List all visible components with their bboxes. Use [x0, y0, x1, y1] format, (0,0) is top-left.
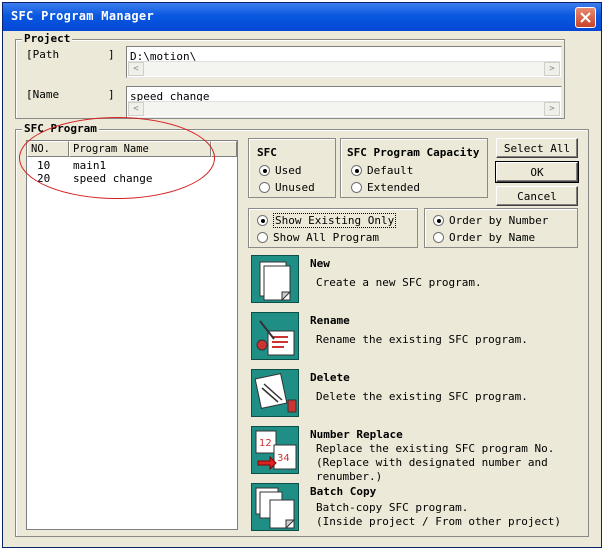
number-replace-icon: 12 34 — [255, 430, 297, 471]
dialog-body: Project [Path ] D:\motion\ < > [Name ] s… — [7, 33, 597, 543]
number-replace-title[interactable]: Number Replace — [310, 428, 403, 441]
show-existing-label[interactable]: Show Existing Only — [273, 213, 397, 228]
show-all-label[interactable]: Show All Program — [273, 232, 379, 244]
sfc-used-group: SFC Used Unused — [248, 138, 336, 198]
show-filter-group: Show Existing Only Show All Program — [248, 208, 418, 248]
highlight-ellipse — [19, 117, 215, 199]
capacity-group: SFC Program Capacity Default Extended — [340, 138, 488, 198]
project-legend: Project — [22, 32, 73, 45]
path-label: [Path — [26, 48, 60, 61]
new-description: Create a new SFC program. — [316, 276, 482, 289]
order-by-number-radio[interactable] — [433, 215, 444, 226]
name-scrollbar[interactable]: < > — [128, 101, 560, 116]
order-by-name-label[interactable]: Order by Name — [449, 232, 535, 244]
used-label[interactable]: Used — [275, 165, 302, 177]
path-field[interactable]: D:\motion\ < > — [126, 46, 562, 78]
new-button[interactable] — [251, 255, 299, 303]
used-radio[interactable] — [259, 165, 270, 176]
rename-icon — [256, 320, 295, 356]
number-replace-icon-from: 12 — [259, 438, 272, 449]
number-replace-button[interactable]: 12 34 — [251, 426, 299, 474]
rename-description: Rename the existing SFC program. — [316, 333, 528, 346]
column-filler — [211, 141, 237, 157]
delete-icon — [254, 373, 297, 413]
show-existing-radio[interactable] — [257, 215, 268, 226]
title-bar[interactable]: SFC Program Manager — [3, 3, 601, 31]
scroll-right-icon[interactable]: > — [544, 62, 560, 76]
default-label[interactable]: Default — [367, 165, 413, 177]
window-title: SFC Program Manager — [11, 9, 154, 23]
select-all-button[interactable]: Select All — [496, 138, 578, 158]
batch-copy-title[interactable]: Batch Copy — [310, 485, 376, 498]
name-field[interactable]: speed change < > — [126, 86, 562, 118]
scroll-right-icon[interactable]: > — [544, 102, 560, 116]
new-title[interactable]: New — [310, 257, 330, 270]
sfc-program-manager-window: SFC Program Manager Project [Path ] D:\m… — [2, 2, 602, 548]
unused-label[interactable]: Unused — [275, 182, 315, 194]
batch-copy-icon — [255, 487, 296, 530]
name-label-bracket: ] — [108, 88, 115, 101]
close-button[interactable] — [575, 7, 596, 28]
rename-title[interactable]: Rename — [310, 314, 350, 327]
delete-description: Delete the existing SFC program. — [316, 390, 528, 403]
path-scrollbar[interactable]: < > — [128, 61, 560, 76]
scroll-left-icon[interactable]: < — [128, 102, 144, 116]
path-label-bracket: ] — [108, 48, 115, 61]
capacity-group-title: SFC Program Capacity — [347, 146, 480, 159]
project-group: Project [Path ] D:\motion\ < > [Name ] s… — [15, 33, 565, 119]
show-all-radio[interactable] — [257, 232, 268, 243]
default-radio[interactable] — [351, 165, 362, 176]
number-replace-icon-to: 34 — [277, 453, 290, 464]
delete-button[interactable] — [251, 369, 299, 417]
order-group: Order by Number Order by Name — [424, 208, 578, 248]
order-by-number-label[interactable]: Order by Number — [449, 215, 548, 227]
batch-copy-description: Batch-copy SFC program. (Inside project … — [316, 501, 562, 528]
name-label: [Name — [26, 88, 60, 101]
close-icon — [580, 12, 591, 23]
rename-button[interactable] — [251, 312, 299, 360]
show-existing-text: Show Existing Only — [273, 213, 397, 228]
extended-radio[interactable] — [351, 182, 362, 193]
sfc-group-title: SFC — [257, 146, 277, 159]
order-by-name-radio[interactable] — [433, 232, 444, 243]
scroll-left-icon[interactable]: < — [128, 62, 144, 76]
ok-button[interactable]: OK — [495, 161, 579, 183]
unused-radio[interactable] — [259, 182, 270, 193]
number-replace-description: Replace the existing SFC program No. (Re… — [316, 442, 555, 483]
new-document-icon — [259, 261, 292, 302]
cancel-button[interactable]: Cancel — [496, 186, 578, 206]
delete-title[interactable]: Delete — [310, 371, 350, 384]
extended-label[interactable]: Extended — [367, 182, 420, 194]
batch-copy-button[interactable] — [251, 483, 299, 531]
